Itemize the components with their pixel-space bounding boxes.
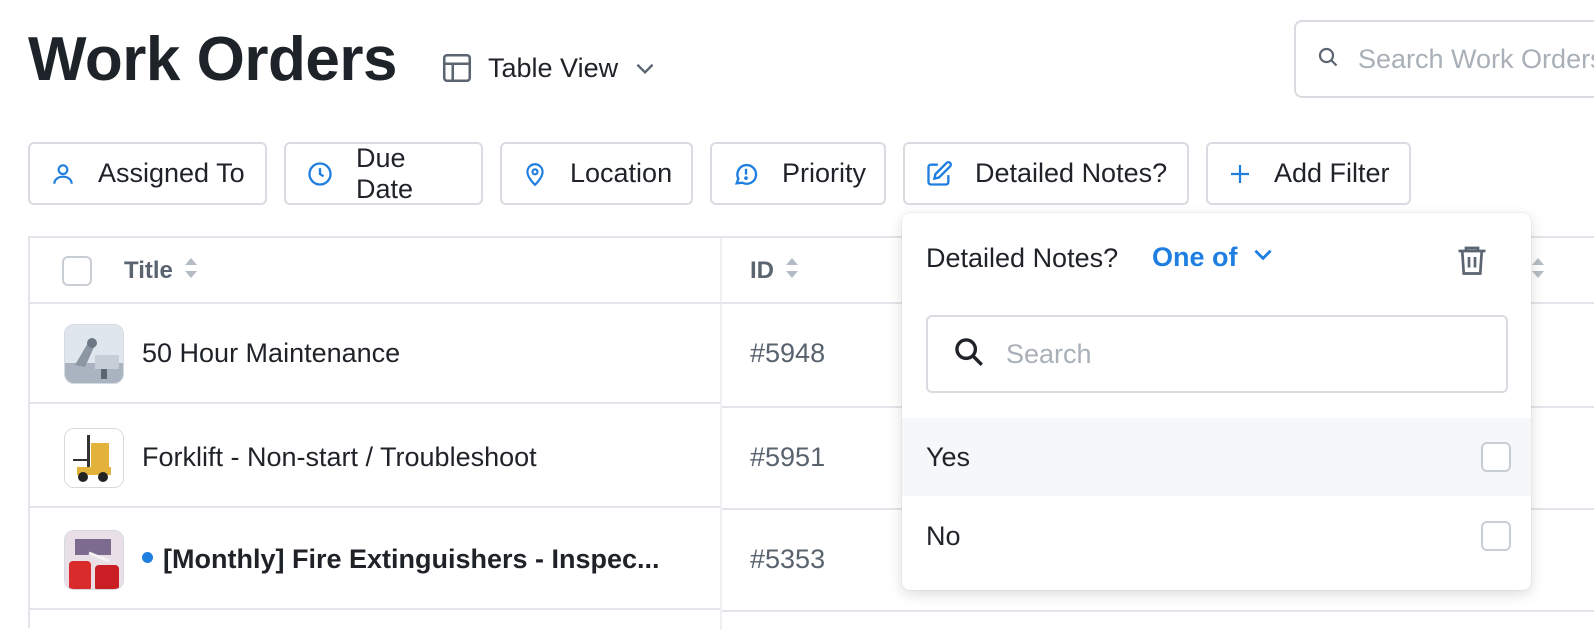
unread-dot-icon (142, 552, 153, 564)
column-header-title[interactable]: Title (124, 238, 199, 304)
search-work-orders[interactable] (1294, 20, 1594, 98)
priority-icon (732, 160, 760, 188)
work-order-title[interactable]: [Monthly] Fire Extinguishers - Inspec... (142, 544, 660, 575)
work-order-title[interactable]: Forklift - Non-start / Troubleshoot (142, 442, 537, 473)
edit-icon (925, 160, 953, 188)
column-divider (720, 238, 722, 630)
row-divider (30, 506, 720, 508)
page-title: Work Orders (28, 25, 397, 94)
option-no[interactable]: No (902, 497, 1531, 575)
option-yes[interactable]: Yes (902, 418, 1531, 496)
filter-label: Detailed Notes? (975, 158, 1168, 188)
filter-priority[interactable]: Priority (710, 142, 886, 205)
filter-assigned-to[interactable]: Assigned To (28, 142, 267, 205)
search-icon (1316, 45, 1340, 74)
chevron-down-icon (632, 55, 658, 81)
location-pin-icon (522, 160, 548, 188)
popover-field-label: Detailed Notes? (926, 243, 1119, 273)
work-order-title[interactable]: 50 Hour Maintenance (142, 338, 400, 369)
option-label: No (926, 520, 961, 551)
filter-label: Priority (782, 158, 867, 188)
filter-location[interactable]: Location (500, 142, 693, 205)
filter-label: Location (570, 158, 673, 188)
table-layout-icon (440, 51, 474, 85)
filter-popover: Detailed Notes? One of Yes No (902, 213, 1531, 590)
column-header-id[interactable]: ID (750, 238, 800, 304)
filter-detailed-notes[interactable]: Detailed Notes? (903, 142, 1189, 205)
filter-label: Add Filter (1274, 158, 1390, 188)
row-divider (30, 402, 720, 404)
filter-label: Assigned To (98, 158, 245, 188)
sort-icon (784, 256, 800, 287)
popover-search[interactable] (926, 315, 1508, 393)
popover-search-input[interactable] (1004, 337, 1488, 371)
search-input[interactable] (1356, 42, 1594, 76)
plus-icon (1228, 162, 1252, 186)
sort-icon (1530, 256, 1546, 287)
trash-icon[interactable] (1454, 241, 1490, 284)
work-order-thumbnail (64, 428, 124, 488)
work-order-thumbnail (64, 530, 124, 590)
column-header-sort[interactable] (1530, 238, 1546, 304)
add-filter-button[interactable]: Add Filter (1206, 142, 1411, 205)
operator-dropdown[interactable]: One of (1152, 241, 1276, 274)
filter-label: Due Date (356, 142, 414, 204)
user-icon (50, 161, 76, 187)
row-divider (30, 608, 720, 610)
work-order-id: #5353 (750, 544, 826, 574)
option-checkbox[interactable] (1481, 521, 1511, 551)
option-label: Yes (926, 441, 971, 472)
work-order-id: #5948 (750, 338, 826, 368)
search-icon (952, 335, 986, 374)
work-order-thumbnail (64, 324, 124, 384)
work-order-id: #5951 (750, 442, 826, 472)
clock-icon (306, 160, 334, 188)
view-switch-dropdown[interactable]: Table View (440, 46, 658, 90)
chevron-down-icon (1250, 241, 1276, 274)
filter-due-date[interactable]: Due Date (284, 142, 483, 205)
select-all-checkbox[interactable] (62, 238, 92, 304)
row-divider (722, 610, 1594, 612)
sort-icon (183, 256, 199, 287)
option-checkbox[interactable] (1481, 442, 1511, 472)
view-switch-label: Table View (488, 52, 619, 83)
